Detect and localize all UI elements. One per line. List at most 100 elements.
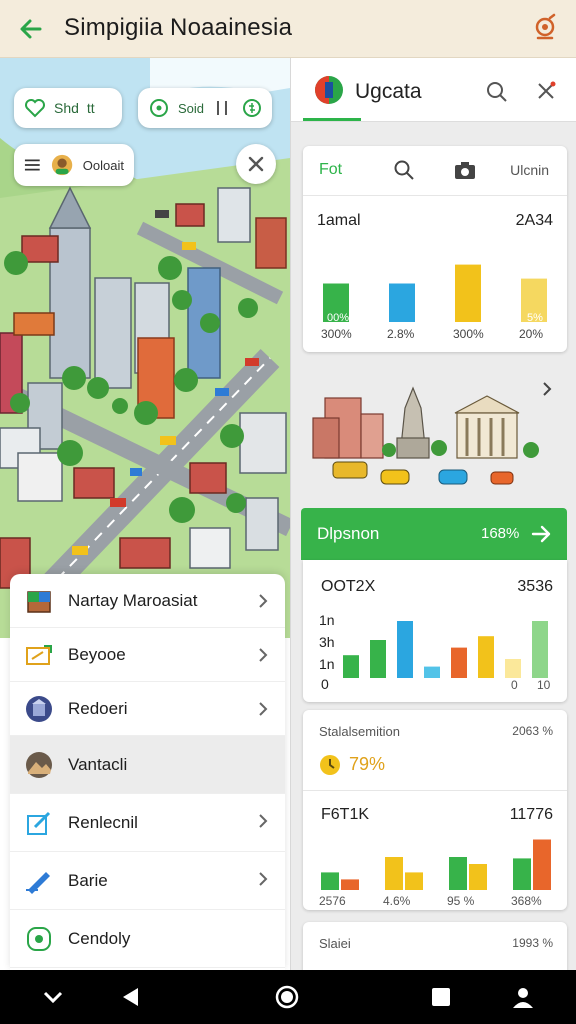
location-pin-icon[interactable] — [528, 12, 562, 46]
card-value: 1993 % — [512, 936, 553, 950]
list-item-beyooe[interactable]: Beyooe — [10, 628, 285, 682]
details-header: Ugcata — [291, 58, 576, 122]
chevron-down-icon[interactable] — [40, 984, 66, 1010]
x-axis-tick: 368% — [511, 894, 542, 908]
compass-icon — [149, 99, 168, 117]
list-item-label: Nartay Maroasiat — [68, 590, 198, 610]
list-item-cendoly[interactable]: Cendoly — [10, 910, 285, 968]
bar — [478, 636, 494, 678]
list-item-nartay[interactable]: Nartay Maroasiat — [10, 574, 285, 628]
details-title: Ugcata — [355, 80, 422, 103]
card-value: 2063 % — [512, 724, 553, 738]
bar — [370, 640, 386, 678]
x-axis-tick: 10 — [537, 678, 551, 692]
search-icon[interactable] — [393, 159, 415, 181]
stat-value: 79% — [349, 754, 386, 774]
profile-icon[interactable] — [510, 984, 536, 1010]
system-nav-bar — [0, 970, 576, 1024]
x-axis-tick: 4.6% — [383, 894, 411, 908]
bar — [397, 621, 413, 678]
stats-card-1: Fot Ulcnin 1amal 2A34 300% 2.8% 300% 20% 00… — [303, 146, 567, 352]
chevron-right-icon — [259, 814, 268, 828]
landscape-badge-icon — [26, 751, 52, 778]
banner-label: Dlpsnon — [317, 524, 380, 543]
app-bar: Simpigiia Noaainesia — [0, 0, 576, 58]
menu-icon — [24, 159, 40, 171]
x-axis-tick: 95 % — [447, 894, 475, 908]
arrow-left-icon[interactable] — [14, 12, 48, 46]
chevron-right-icon — [259, 702, 268, 716]
list-item-vantacli[interactable]: Vantacli — [10, 736, 285, 794]
bar — [389, 283, 415, 322]
favorites-chip[interactable]: Shd tt — [14, 88, 122, 128]
chevron-right-icon[interactable] — [541, 380, 553, 398]
details-panel: Ugcata Fot Ulcnin 1amal 2A34 300% 2.8% 300… — [290, 58, 576, 982]
bar — [532, 621, 548, 678]
chip-label-secondary: tt — [86, 100, 95, 116]
bar — [321, 872, 339, 890]
landmark-illustration — [312, 386, 539, 485]
tick-label: 300% — [453, 327, 484, 341]
filter-chip[interactable]: Soid — [138, 88, 272, 128]
home-icon[interactable] — [274, 984, 300, 1010]
heart-icon — [25, 99, 45, 118]
divider-bars-icon — [217, 101, 228, 115]
page-title: Simpigiia Noaainesia — [64, 14, 293, 41]
chevron-right-icon — [259, 648, 268, 662]
bar-inner-label: 5% — [527, 312, 543, 324]
recents-icon[interactable] — [428, 984, 454, 1010]
tick-label: 300% — [321, 327, 352, 341]
dismiss-map-button[interactable] — [236, 144, 276, 184]
arrow-right-icon — [531, 525, 551, 543]
tick-label: 2.8% — [387, 327, 415, 341]
bar — [513, 858, 531, 890]
card-title: Stalalsemition — [319, 724, 400, 739]
search-icon[interactable] — [485, 80, 509, 104]
bar — [405, 872, 423, 890]
bar — [533, 839, 551, 890]
list-item-label: Barie — [68, 870, 108, 890]
list-item-redoeri[interactable]: Redoeri — [10, 682, 285, 736]
bar — [424, 666, 440, 678]
x-axis-tick: 0 — [511, 678, 518, 692]
active-tab-indicator — [303, 118, 361, 121]
ticket-icon — [26, 644, 52, 665]
bar-chart-3 — [321, 839, 551, 890]
dollar-icon — [242, 99, 261, 117]
card-tabs: Fot Ulcnin — [303, 146, 567, 196]
list-item-renlecnil[interactable]: Renlecnil — [10, 794, 285, 852]
list-item-label: Redoeri — [68, 698, 128, 718]
bar-inner-label: 00% — [327, 312, 350, 324]
shield-icon — [27, 926, 51, 951]
bar — [341, 879, 359, 890]
back-icon[interactable] — [118, 984, 144, 1010]
list-item-barie[interactable]: Barie — [10, 852, 285, 910]
stats-card-3: Stalalsemition 2063 % 79% F6T1K 11776 25… — [303, 710, 567, 910]
chip-label: Shd — [54, 100, 79, 116]
bar — [343, 655, 359, 678]
tab-first[interactable]: Fot — [319, 161, 342, 179]
chip-label: Ooloait — [82, 157, 124, 173]
bar — [451, 647, 467, 678]
bar — [455, 264, 481, 322]
app-logo-icon — [315, 76, 343, 104]
promo-banner[interactable]: Dlpsnon 168% — [301, 508, 567, 560]
camera-icon[interactable] — [453, 159, 477, 181]
banner-value: 168% — [481, 525, 520, 542]
list-item-label: Renlecnil — [68, 812, 138, 832]
bar — [505, 659, 521, 678]
close-icon[interactable] — [535, 80, 557, 102]
card-value: 2A34 — [515, 212, 553, 229]
user-chip[interactable]: Ooloait — [14, 144, 134, 186]
crate-icon — [27, 590, 51, 613]
city-map[interactable]: Shd tt Soid Ooloait — [0, 58, 290, 638]
x-axis-tick: 2576 — [319, 894, 346, 908]
pencil-icon — [27, 811, 51, 835]
card-title: Slaiei — [319, 936, 351, 951]
list-item-label: Vantacli — [68, 754, 128, 774]
chip-label: Soid — [177, 100, 205, 116]
bar — [449, 857, 467, 890]
bar — [385, 857, 403, 890]
card-title: 1amal — [317, 212, 361, 229]
tab-last[interactable]: Ulcnin — [510, 162, 549, 178]
